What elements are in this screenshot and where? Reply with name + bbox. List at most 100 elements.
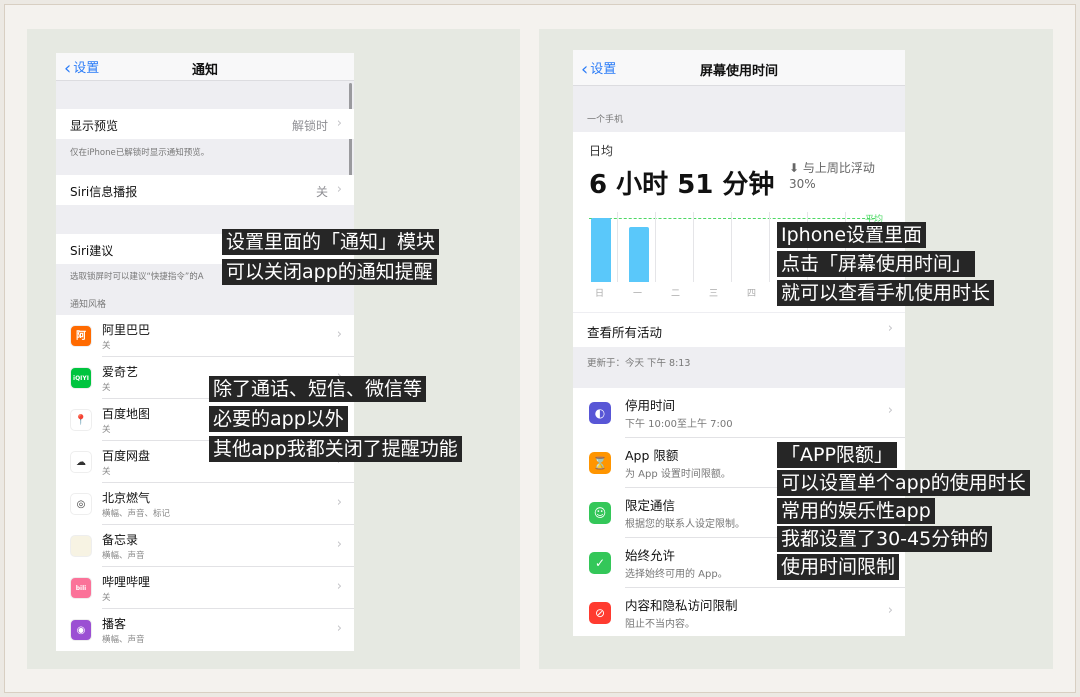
chart-bar xyxy=(591,218,611,282)
restriction-icon: ⊘ xyxy=(589,602,611,624)
chevron-right-icon: › xyxy=(336,621,342,636)
settings-row[interactable]: ◐ 停用时间下午 10:00至上午 7:00 › xyxy=(573,388,905,438)
chevron-right-icon: › xyxy=(336,579,342,594)
setting-subtitle: 选择始终可用的 App。 xyxy=(625,569,728,580)
chevron-right-icon: › xyxy=(336,495,342,510)
icon-glyph: ◐ xyxy=(594,406,606,420)
icon-glyph: ◎ xyxy=(76,499,86,510)
app-row[interactable]: bili 哔哩哔哩关 › xyxy=(56,567,354,609)
icon-glyph: ◉ xyxy=(76,625,86,636)
chart-gridline xyxy=(769,212,770,282)
setting-subtitle: 阻止不当内容。 xyxy=(625,619,695,630)
app-name: 哔哩哔哩 xyxy=(102,575,151,589)
app-row[interactable]: ◎ 北京燃气横幅、声音、标记 › xyxy=(56,483,354,525)
bilibili-icon: bili xyxy=(70,577,92,599)
chart-gridline xyxy=(617,212,618,282)
caption-line: 使用时间限制 xyxy=(777,554,900,580)
setting-subtitle: 为 App 设置时间限额。 xyxy=(625,469,731,480)
caption-line: 可以关闭app的通知提醒 xyxy=(222,259,437,285)
app-name: 北京燃气 xyxy=(102,491,151,505)
see-all-label: 查看所有活动 xyxy=(587,325,663,340)
podcasts-icon: ◉ xyxy=(70,619,92,641)
chart-bar xyxy=(629,227,649,282)
chart-axis-label: 四 xyxy=(747,289,757,299)
baidu-netdisk-icon: ☁ xyxy=(70,451,92,473)
icon-glyph: ⊘ xyxy=(594,606,606,620)
app-notify-style: 关 xyxy=(102,593,111,603)
app-row[interactable]: 备忘录横幅、声音 › xyxy=(56,525,354,567)
hourglass-icon: ⌛ xyxy=(589,452,611,474)
row-label: 显示预览 xyxy=(70,119,119,133)
setting-title: 始终允许 xyxy=(625,548,676,563)
see-all-activity[interactable]: 查看所有活动 › xyxy=(573,313,905,347)
compare-label: 与上周比浮动 xyxy=(802,161,875,175)
setting-subtitle: 下午 10:00至上午 7:00 xyxy=(625,419,733,430)
caption-line: 常用的娱乐性app xyxy=(777,498,935,524)
baidu-map-icon: 📍 xyxy=(70,409,92,431)
app-notify-style: 关 xyxy=(102,341,111,351)
compare-value: 30% xyxy=(789,177,816,191)
daily-avg-value: 6 小时 51 分钟 xyxy=(589,170,775,200)
row-siri-announce[interactable]: Siri信息播报 关 › xyxy=(56,175,354,205)
chart-gridline xyxy=(693,212,694,282)
app-notify-style: 关 xyxy=(102,425,111,435)
chevron-right-icon: › xyxy=(887,403,893,418)
app-name: 播客 xyxy=(102,617,127,631)
caption-line: 设置里面的「通知」模块 xyxy=(222,229,440,255)
caption-line: 我都设置了30-45分钟的 xyxy=(777,526,993,552)
chart-axis-label: 日 xyxy=(595,289,605,299)
chevron-right-icon: › xyxy=(336,116,342,131)
icon-glyph: ☺ xyxy=(593,506,607,520)
updated-label: 更新于：今天 下午 8:13 xyxy=(587,358,691,369)
beijing-gas-icon: ◎ xyxy=(70,493,92,515)
notifications-screen: ‹ 设置 通知 显示预览 解锁时 › 仅在iPhone已解锁时显示通知预览。 Si… xyxy=(56,53,354,651)
caption-line: 必要的app以外 xyxy=(209,406,348,432)
chevron-right-icon: › xyxy=(887,603,893,618)
setting-title: 内容和隐私访问限制 xyxy=(625,598,738,613)
downtime-icon: ◐ xyxy=(589,402,611,424)
chart-gridline xyxy=(731,212,732,282)
app-notify-style: 关 xyxy=(102,467,111,477)
page-title: 屏幕使用时间 xyxy=(699,64,778,79)
alibaba-icon: 阿 xyxy=(70,325,92,347)
setting-subtitle: 根据您的联系人设定限制。 xyxy=(625,519,745,530)
caption-line: 除了通话、短信、微信等 xyxy=(209,376,427,402)
app-row[interactable]: 阿 阿里巴巴关 › xyxy=(56,315,354,357)
app-name: 备忘录 xyxy=(102,533,139,547)
app-notify-style: 横幅、声音、标记 xyxy=(102,509,171,519)
caption-line: 「APP限额」 xyxy=(777,442,897,468)
chevron-right-icon: › xyxy=(336,537,342,552)
chart-axis-label: 三 xyxy=(709,289,719,299)
chart-axis-label: 一 xyxy=(633,289,643,299)
icon-glyph: 📍 xyxy=(74,415,88,426)
icon-glyph: iQIYI xyxy=(73,375,89,382)
row-label: Siri信息播报 xyxy=(70,185,138,199)
daily-avg-label: 日均 xyxy=(589,144,614,158)
caption-line: 可以设置单个app的使用时长 xyxy=(777,470,1030,496)
row-label: Siri建议 xyxy=(70,244,114,258)
chevron-right-icon: › xyxy=(336,327,342,342)
compare-row: ⬇ 与上周比浮动 xyxy=(789,159,875,176)
app-name: 爱奇艺 xyxy=(102,365,139,379)
caption-line: 点击「屏幕使用时间」 xyxy=(777,251,976,277)
icon-glyph: bili xyxy=(75,585,87,592)
setting-title: App 限额 xyxy=(625,448,679,463)
app-notify-style: 横幅、声音 xyxy=(102,551,145,561)
iqiyi-icon: iQIYI xyxy=(70,367,92,389)
settings-row[interactable]: ⊘ 内容和隐私访问限制阻止不当内容。 › xyxy=(573,588,905,636)
nav-bar: ‹ 设置 屏幕使用时间 xyxy=(573,50,905,86)
app-row[interactable]: ◉ 播客 横幅、声音 › xyxy=(56,609,354,651)
setting-title: 停用时间 xyxy=(625,398,676,413)
chevron-right-icon: › xyxy=(336,182,342,197)
preview-note: 仅在iPhone已解锁时显示通知预览。 xyxy=(70,148,210,158)
caption-line: 就可以查看手机使用时长 xyxy=(777,280,995,306)
icon-glyph: 阿 xyxy=(76,331,86,342)
row-value: 解锁时 xyxy=(291,119,328,133)
page-title: 通知 xyxy=(191,63,218,78)
chevron-right-icon: › xyxy=(887,321,893,336)
caption-line: Iphone设置里面 xyxy=(777,222,927,248)
icon-glyph: ☁ xyxy=(76,457,86,468)
app-name: 百度网盘 xyxy=(102,449,151,463)
arrow-down-icon: ⬇ xyxy=(789,161,800,175)
row-show-preview[interactable]: 显示预览 解锁时 › xyxy=(56,109,354,139)
